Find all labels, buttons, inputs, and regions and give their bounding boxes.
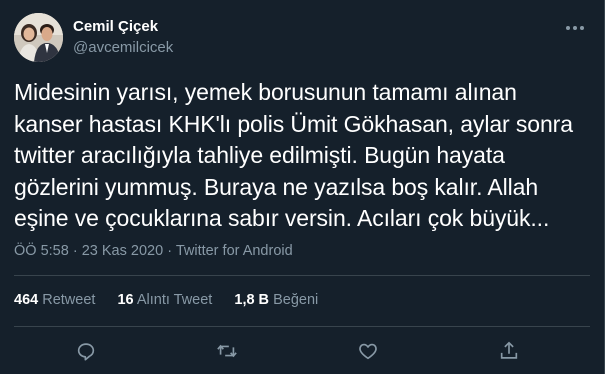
author-name[interactable]: Cemil Çiçek bbox=[73, 17, 173, 37]
divider bbox=[14, 275, 590, 276]
retweets-label: Retweet bbox=[42, 292, 96, 308]
quotes-count: 16 bbox=[117, 292, 134, 308]
tweet-meta: ÖÖ 5:58 · 23 Kas 2020 · Twitter for Andr… bbox=[14, 243, 293, 259]
retweet-button[interactable] bbox=[215, 339, 239, 363]
engagement-stats: 464 Retweet 16 Alıntı Tweet 1,8 B Beğeni bbox=[14, 292, 336, 308]
author-handle[interactable]: @avcemilcicek bbox=[73, 38, 173, 58]
quotes-stat[interactable]: 16 Alıntı Tweet bbox=[117, 292, 216, 308]
likes-label: Beğeni bbox=[273, 292, 319, 308]
tweet-time[interactable]: ÖÖ 5:58 bbox=[14, 243, 69, 259]
divider bbox=[14, 326, 590, 327]
likes-stat[interactable]: 1,8 B Beğeni bbox=[234, 292, 318, 308]
like-button[interactable] bbox=[356, 339, 380, 363]
action-bar bbox=[0, 336, 604, 366]
more-icon bbox=[566, 26, 584, 30]
share-icon bbox=[500, 341, 518, 359]
avatar[interactable] bbox=[14, 13, 63, 62]
avatar-photo bbox=[14, 13, 63, 62]
tweet-text: Midesinin yarısı, yemek borusunun tamamı… bbox=[14, 79, 573, 231]
author-block: Cemil Çiçek @avcemilcicek bbox=[73, 17, 173, 58]
reply-icon bbox=[77, 343, 95, 361]
likes-count: 1,8 B bbox=[234, 292, 270, 308]
reply-button[interactable] bbox=[74, 339, 98, 363]
quotes-label: Alıntı Tweet bbox=[136, 292, 213, 308]
meta-separator: · bbox=[167, 243, 173, 259]
tweet-card: Cemil Çiçek @avcemilcicek Midesinin yarı… bbox=[0, 0, 605, 374]
share-button[interactable] bbox=[497, 339, 521, 363]
tweet-source[interactable]: Twitter for Android bbox=[176, 243, 293, 259]
more-button[interactable] bbox=[564, 20, 586, 36]
retweet-icon bbox=[217, 344, 237, 358]
like-icon bbox=[359, 343, 377, 360]
tweet-date[interactable]: 23 Kas 2020 bbox=[82, 243, 163, 259]
retweets-count: 464 bbox=[14, 292, 39, 308]
meta-separator: · bbox=[72, 243, 78, 259]
retweets-stat[interactable]: 464 Retweet bbox=[14, 292, 99, 308]
